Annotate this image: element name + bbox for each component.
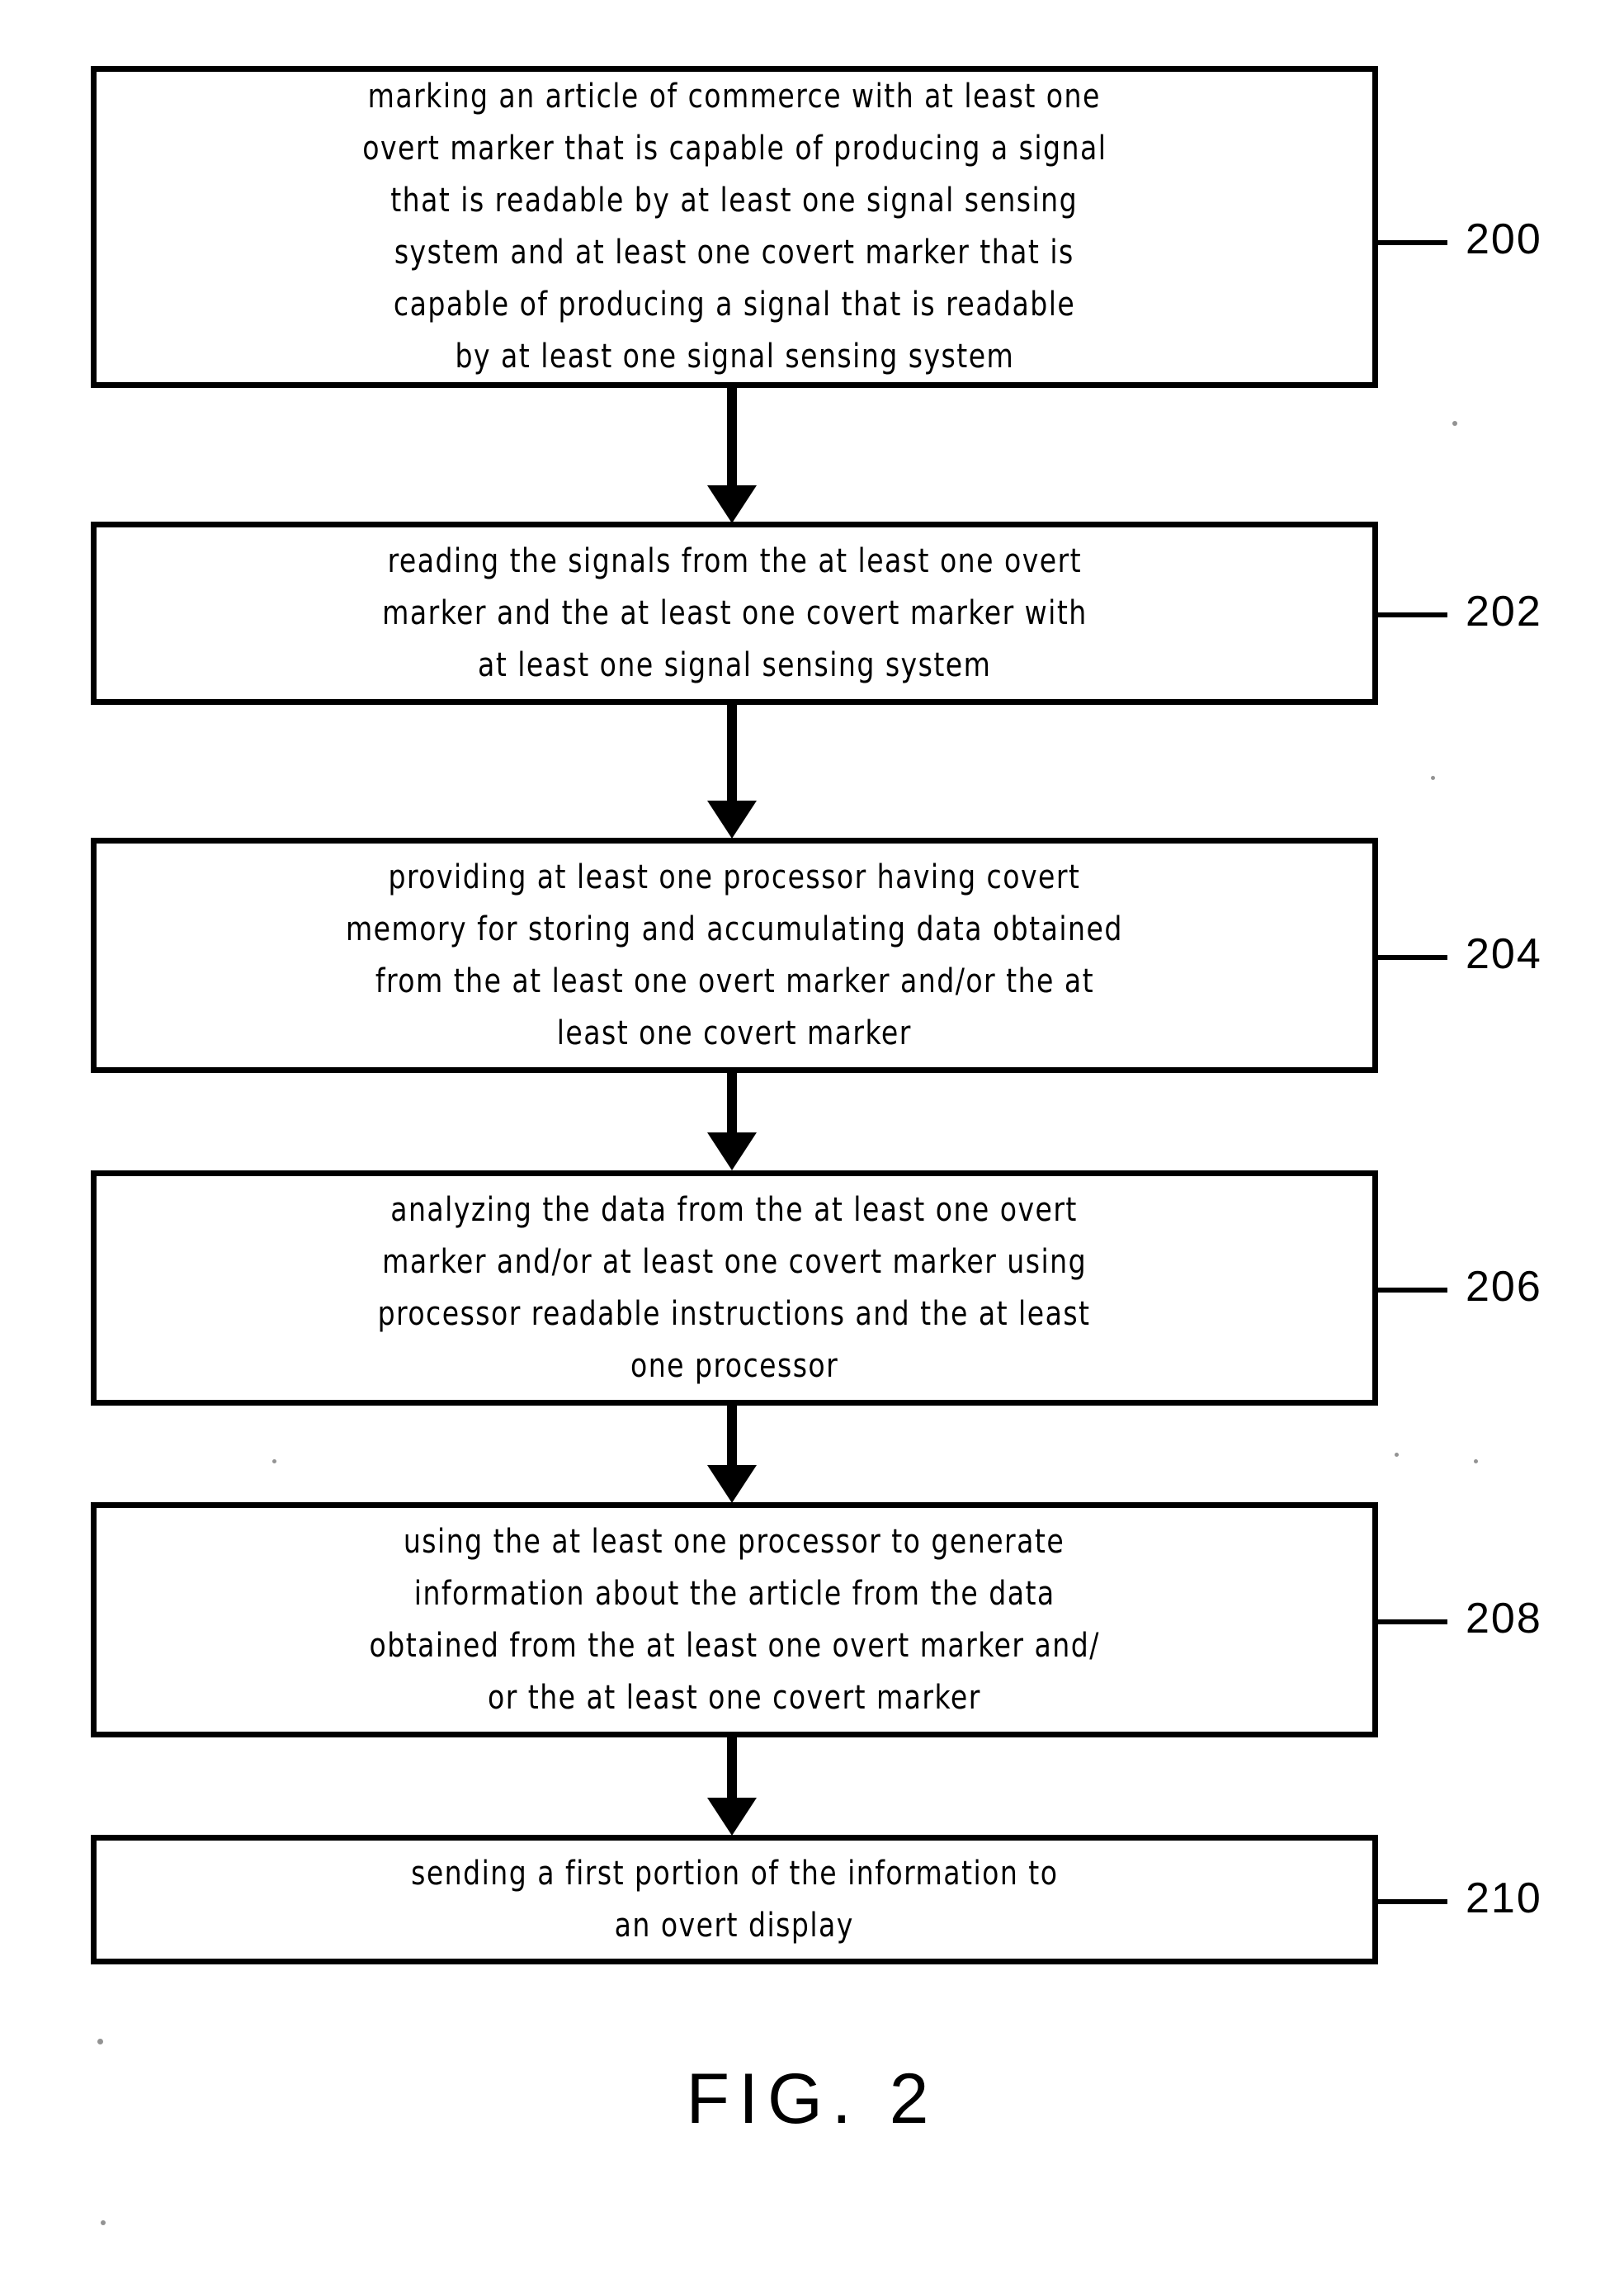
step-text-line: obtained from the at least one overt mar… [369,1626,1100,1665]
reference-numeral-208: 208 [1466,1595,1542,1643]
reference-leader-line-206 [1378,1288,1447,1293]
flow-connector-line [727,705,737,802]
scan-speckle [1431,776,1435,780]
reference-leader-line-204 [1378,955,1447,960]
reference-numeral-210: 210 [1466,1874,1542,1922]
flow-arrow-icon [707,801,757,839]
flow-connector-line [727,1406,737,1468]
step-text-line: marker and the at least one covert marke… [381,593,1088,632]
step-text-line: sending a first portion of the informati… [410,1854,1059,1893]
step-text-line: processor readable instructions and the … [378,1294,1091,1333]
reference-numeral-204: 204 [1466,930,1542,978]
step-text-line: by at least one signal sensing system [455,338,1014,376]
flow-arrow-icon [707,1132,757,1170]
process-step-box-210: sending a first portion of the informati… [91,1835,1378,1964]
scan-speckle [1395,1453,1399,1457]
scan-speckle [97,2039,103,2044]
step-text-line: or the at least one covert marker [488,1678,981,1717]
scan-speckle [1474,1459,1478,1463]
reference-numeral-200: 200 [1466,215,1542,263]
reference-numeral-202: 202 [1466,588,1542,636]
step-text-line: overt marker that is capable of producin… [361,130,1107,168]
scan-speckle [272,1459,276,1463]
scan-speckle [101,2220,106,2225]
flow-connector-line [727,388,737,487]
process-step-box-200: marking an article of commerce with at l… [91,66,1378,388]
step-text-line: information about the article from the d… [413,1574,1055,1613]
process-step-box-208: using the at least one processor to gene… [91,1502,1378,1737]
scan-speckle [1452,421,1457,426]
step-text-line: least one covert marker [556,1014,913,1052]
flow-connector-line [727,1073,737,1134]
step-text-line: using the at least one processor to gene… [404,1522,1065,1561]
reference-numeral-206: 206 [1466,1263,1542,1311]
flow-arrow-icon [707,485,757,523]
reference-leader-line-208 [1378,1619,1447,1624]
process-step-box-202: reading the signals from the at least on… [91,522,1378,705]
step-text-line: from the at least one overt marker and/o… [375,962,1094,1000]
process-step-box-206: analyzing the data from the at least one… [91,1170,1378,1406]
step-text-line: marking an article of commerce with at l… [367,78,1102,116]
step-text-line: reading the signals from the at least on… [387,541,1082,580]
step-text-line: capable of producing a signal that is re… [393,286,1076,324]
flow-arrow-icon [707,1798,757,1836]
flow-connector-line [727,1737,737,1800]
figure-caption: FIG. 2 [686,2059,938,2139]
step-text-line: an overt display [614,1906,855,1945]
step-text-line: analyzing the data from the at least one… [390,1190,1079,1229]
step-text-line: marker and/or at least one covert marker… [382,1242,1087,1281]
step-text-line: that is readable by at least one signal … [390,182,1079,220]
step-text-line: providing at least one processor having … [388,858,1081,896]
reference-leader-line-200 [1378,240,1447,245]
reference-leader-line-202 [1378,612,1447,617]
step-text-line: memory for storing and accumulating data… [346,910,1123,948]
step-text-line: one processor [630,1346,839,1385]
process-step-box-204: providing at least one processor having … [91,838,1378,1073]
step-text-line: at least one signal sensing system [477,645,992,684]
patent-figure-canvas: marking an article of commerce with at l… [0,0,1624,2283]
step-text-line: system and at least one covert marker th… [394,234,1074,272]
reference-leader-line-210 [1378,1899,1447,1904]
flow-arrow-icon [707,1465,757,1503]
